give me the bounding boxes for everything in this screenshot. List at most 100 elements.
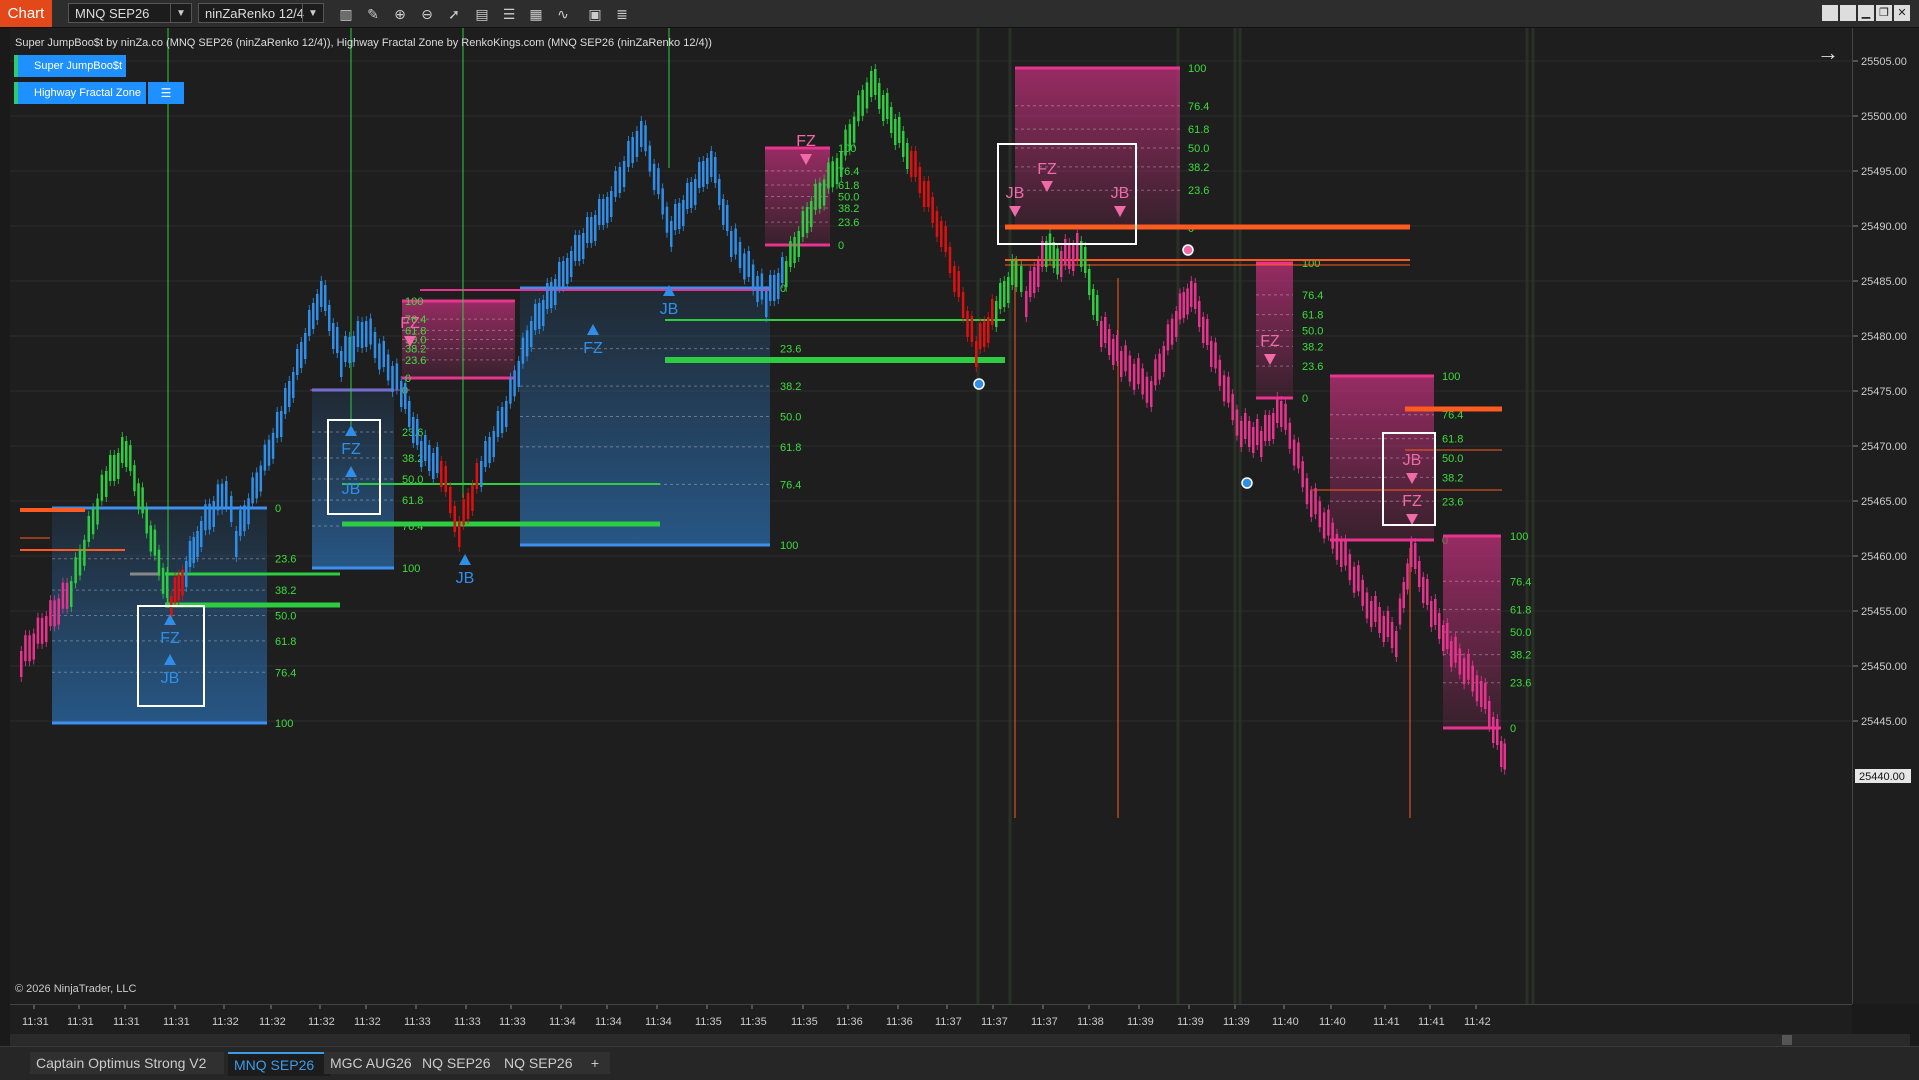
jb-signal: JB bbox=[342, 481, 361, 498]
super-jumpboost-button[interactable]: Super JumpBoo$t bbox=[14, 55, 126, 77]
fz-signal-label: FZ bbox=[1402, 493, 1422, 510]
time-label: 11:40 bbox=[1272, 1016, 1299, 1028]
zoom-out-icon[interactable]: ⊖ bbox=[416, 3, 438, 25]
pink-zone-1: 023.638.250.061.876.4100 bbox=[402, 296, 515, 385]
signal-dot-icon bbox=[1241, 477, 1253, 489]
price-axis[interactable]: 25505.00 25500.00 25495.00 25490.00 25485.00… bbox=[1852, 28, 1919, 1004]
fib-label: 0 bbox=[1302, 393, 1308, 405]
fib-label: 61.8 bbox=[780, 442, 801, 454]
tab-mgc-aug26[interactable]: MGC AUG26 bbox=[324, 1052, 422, 1074]
jb-signal: JB bbox=[1403, 452, 1422, 469]
time-label: 11:37 bbox=[935, 1016, 962, 1028]
arrow-right-icon[interactable]: → bbox=[1817, 40, 1839, 66]
time-label: 11:33 bbox=[454, 1016, 481, 1028]
templates-icon[interactable]: ▣ bbox=[584, 3, 606, 25]
window-restore-icon[interactable] bbox=[1840, 5, 1856, 21]
fz-signal-label: FZ bbox=[1037, 161, 1057, 178]
time-label: 11:37 bbox=[981, 1016, 1008, 1028]
indicators-icon[interactable]: ∿ bbox=[552, 3, 574, 25]
fib-label: 100 bbox=[1188, 63, 1206, 75]
chart-badge[interactable]: Chart bbox=[0, 0, 52, 27]
draw-pencil-icon[interactable]: ✎ bbox=[362, 3, 384, 25]
time-label: 11:37 bbox=[1031, 1016, 1058, 1028]
zoom-in-icon[interactable]: ⊕ bbox=[389, 3, 411, 25]
time-label: 11:32 bbox=[308, 1016, 335, 1028]
fib-label: 38.2 bbox=[275, 585, 296, 597]
horizontal-scrollbar[interactable] bbox=[10, 1034, 1910, 1046]
fib-label: 23.6 bbox=[1188, 185, 1209, 197]
signal-dot-icon bbox=[1182, 244, 1194, 256]
bar-type-value: ninZaRenko 12/4 bbox=[205, 6, 305, 21]
instrument-value: MNQ SEP26 bbox=[75, 6, 150, 21]
time-label: 11:41 bbox=[1418, 1016, 1445, 1028]
data-box-icon[interactable]: ▤ bbox=[471, 3, 493, 25]
fib-label: 76.4 bbox=[275, 667, 296, 679]
fz-signal: FZ bbox=[1037, 161, 1057, 178]
fib-label: 38.2 bbox=[1442, 472, 1463, 484]
strategies-icon[interactable]: ▦ bbox=[525, 3, 547, 25]
fz-signal: FZ bbox=[796, 133, 816, 150]
jb-signal: JB bbox=[1006, 185, 1025, 202]
fib-label: 50.0 bbox=[1442, 453, 1463, 465]
pointer-icon[interactable]: ➚ bbox=[443, 3, 465, 25]
price-label: 25500.00 bbox=[1861, 111, 1907, 123]
copyright: © 2026 NinjaTrader, LLC bbox=[15, 983, 137, 995]
signal-dot-icon bbox=[973, 378, 985, 390]
tab-captain-optimus[interactable]: Captain Optimus Strong V2 bbox=[30, 1052, 224, 1074]
price-label: 25455.00 bbox=[1861, 606, 1907, 618]
time-label: 11:39 bbox=[1127, 1016, 1154, 1028]
fib-label: 76.4 bbox=[780, 479, 801, 491]
price-label: 25480.00 bbox=[1861, 331, 1907, 343]
fib-label: 0 bbox=[275, 503, 281, 515]
scrollbar-thumb[interactable] bbox=[1782, 1035, 1792, 1045]
tab-mnq-sep26[interactable]: MNQ SEP26 bbox=[228, 1052, 330, 1076]
list-icon[interactable]: ≣ bbox=[611, 3, 633, 25]
time-label: 11:42 bbox=[1464, 1016, 1491, 1028]
time-label: 11:36 bbox=[886, 1016, 913, 1028]
fib-label: 61.8 bbox=[402, 495, 423, 507]
bar-type-selector[interactable]: ninZaRenko 12/4 ▼ bbox=[198, 3, 324, 23]
instrument-selector[interactable]: MNQ SEP26 ▼ bbox=[68, 3, 192, 23]
minimize-icon[interactable]: ▁ bbox=[1858, 5, 1874, 21]
price-label: 25490.00 bbox=[1861, 221, 1907, 233]
price-label: 25485.00 bbox=[1861, 276, 1907, 288]
window-tile-icon[interactable] bbox=[1822, 5, 1838, 21]
bar-type-icon[interactable]: ▥ bbox=[335, 3, 357, 25]
fib-label: 50.0 bbox=[1302, 326, 1323, 338]
chart-plot-area[interactable]: 023.638.250.061.876.4100023.638.250.061.… bbox=[10, 28, 1852, 1004]
chevron-down-icon[interactable]: ▼ bbox=[170, 4, 191, 22]
close-icon[interactable]: ✕ bbox=[1894, 5, 1910, 21]
properties-icon[interactable]: ☰ bbox=[498, 3, 520, 25]
fib-label: 100 bbox=[1442, 371, 1460, 383]
jb-signal-label: JB bbox=[161, 670, 180, 687]
add-tab-button[interactable]: + bbox=[580, 1052, 610, 1074]
maximize-icon[interactable]: ❐ bbox=[1876, 5, 1892, 21]
fib-label: 23.6 bbox=[838, 217, 859, 229]
fib-label: 23.6 bbox=[780, 344, 801, 356]
jb-signal: JB bbox=[456, 570, 475, 587]
highway-fractal-zone-button[interactable]: Highway Fractal Zone bbox=[14, 82, 146, 104]
chevron-down-icon[interactable]: ▼ bbox=[302, 4, 323, 22]
fib-label: 100 bbox=[405, 296, 423, 308]
current-price-label: 25440.00 bbox=[1859, 771, 1905, 783]
fib-label: 50.0 bbox=[1188, 143, 1209, 155]
tab-nq-sep26-a[interactable]: NQ SEP26 bbox=[416, 1052, 504, 1074]
fz-signal-label: FZ bbox=[160, 630, 180, 647]
price-axis-labels: 25505.00 25500.00 25495.00 25490.00 25485.00… bbox=[1853, 56, 1911, 783]
fz-signal-label: FZ bbox=[400, 315, 420, 332]
chart-canvas[interactable]: 023.638.250.061.876.4100023.638.250.061.… bbox=[10, 28, 1852, 1004]
price-label: 25460.00 bbox=[1861, 551, 1907, 563]
tab-nq-sep26-b[interactable]: NQ SEP26 bbox=[498, 1052, 586, 1074]
fib-label: 50.0 bbox=[1510, 627, 1531, 639]
time-label: 11:38 bbox=[1077, 1016, 1104, 1028]
time-label: 11:34 bbox=[645, 1016, 672, 1028]
jb-signal: JB bbox=[660, 301, 679, 318]
time-label: 11:36 bbox=[836, 1016, 863, 1028]
fib-label: 50.0 bbox=[780, 412, 801, 424]
fib-label: 76.4 bbox=[1510, 576, 1531, 588]
fib-label: 38.2 bbox=[1510, 650, 1531, 662]
time-axis[interactable]: 11:31 11:31 11:31 11:31 11:32 11:32 11:32 11:32… bbox=[10, 1004, 1852, 1035]
price-label: 25465.00 bbox=[1861, 496, 1907, 508]
fz-signal: FZ bbox=[583, 340, 603, 357]
indicator-menu-button[interactable]: ☰ bbox=[148, 82, 184, 104]
